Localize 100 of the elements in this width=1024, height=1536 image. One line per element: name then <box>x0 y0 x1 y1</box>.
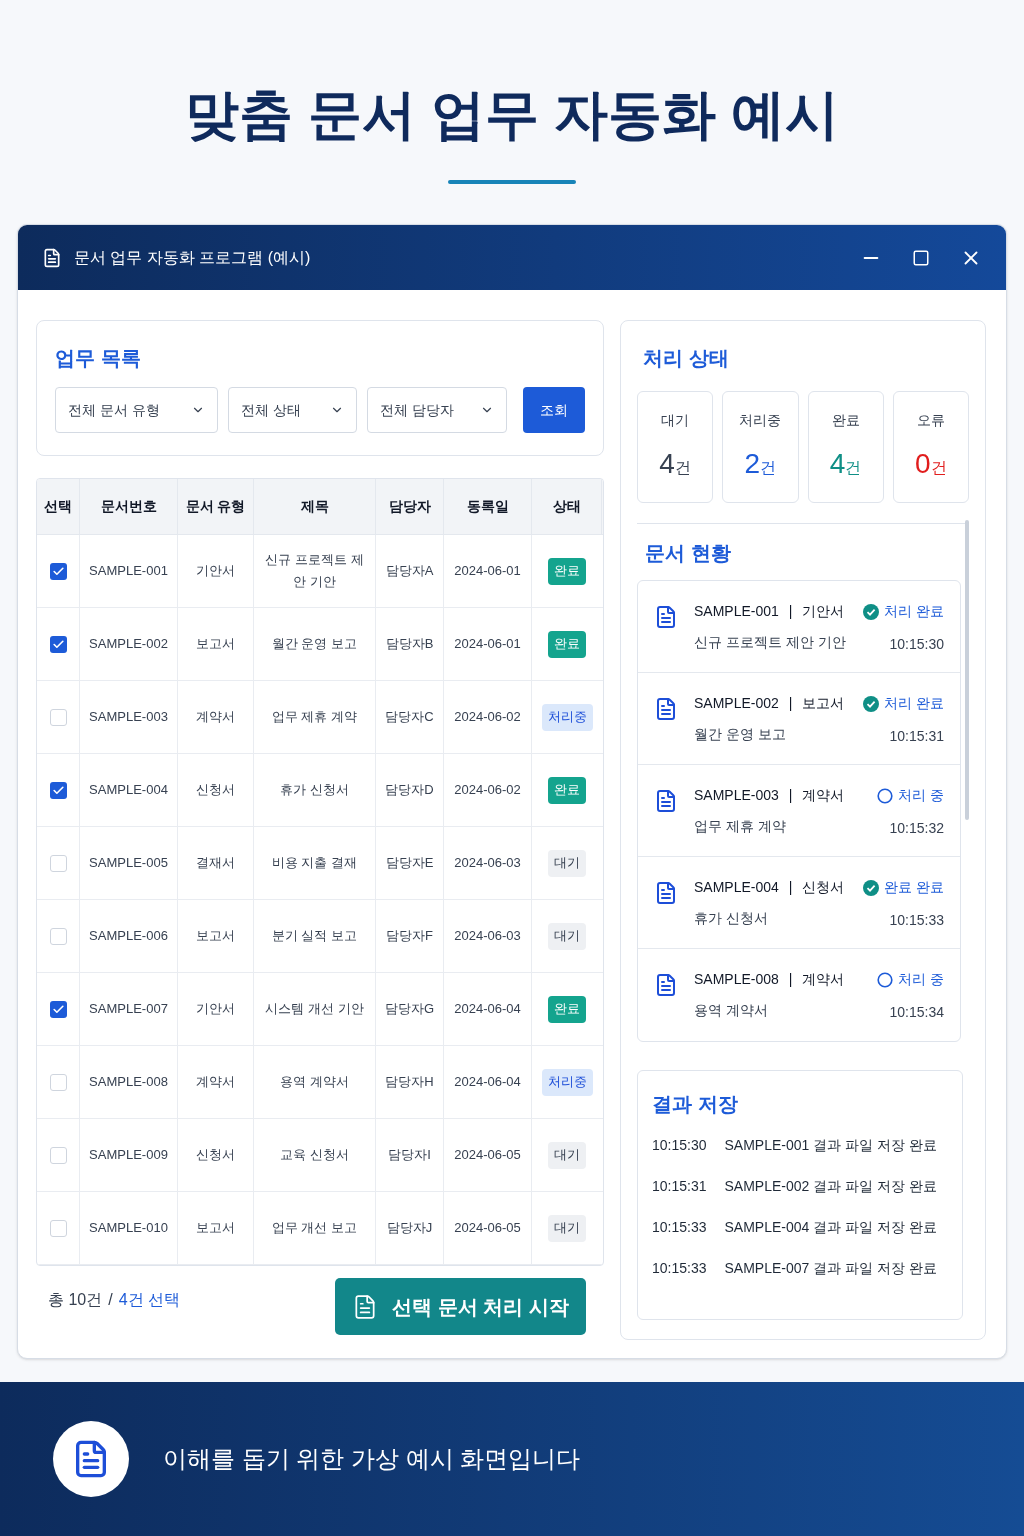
document-type: 계약서 <box>802 970 845 989</box>
processed-time: 10:15:31 <box>889 727 945 746</box>
processed-time: 10:15:33 <box>889 911 945 930</box>
table-cell-text: SAMPLE-005 <box>89 854 168 872</box>
document-type: 기안서 <box>802 602 845 621</box>
table-cell-text: 기안서 <box>196 1000 235 1018</box>
table-cell-text: 2024-06-05 <box>454 1219 521 1237</box>
separator: / <box>108 1289 113 1310</box>
table-cell-text: 보고서 <box>196 927 235 945</box>
status-badge: 대기 <box>548 1214 586 1242</box>
table-cell-text: 계약서 <box>196 1073 235 1091</box>
table-cell-text: 2024-06-03 <box>454 927 521 945</box>
filter-dropdown[interactable]: 전체 담당자 <box>367 387 508 433</box>
table-cell-text: SAMPLE-008 <box>89 1073 168 1091</box>
document-title: 업무 제휴 계약 <box>694 817 787 836</box>
table-cell-text: SAMPLE-010 <box>89 1219 168 1237</box>
table-cell-text: 휴가 신청서 <box>280 781 349 799</box>
column-header: 담당자 <box>376 479 444 534</box>
processing-status: 처리 중 <box>898 786 945 805</box>
table-cell-text: SAMPLE-004 <box>89 781 168 799</box>
document-icon <box>654 881 678 905</box>
table-cell-text: 보고서 <box>196 635 235 653</box>
search-button[interactable]: 조회 <box>523 387 585 433</box>
filter-dropdown[interactable]: 전체 상태 <box>228 387 358 433</box>
document-icon <box>654 789 678 813</box>
row-checkbox[interactable] <box>49 1000 67 1018</box>
status-count: 0 <box>915 447 931 481</box>
table-cell-text: 2024-06-02 <box>454 781 521 799</box>
row-checkbox[interactable] <box>49 781 67 799</box>
check-icon <box>51 564 65 578</box>
status-count: 4 <box>829 447 846 481</box>
table-cell-text: 담당자B <box>385 635 434 653</box>
table-cell-text: 용역 계약서 <box>280 1073 349 1091</box>
row-checkbox[interactable] <box>49 927 67 945</box>
row-checkbox[interactable] <box>49 854 67 872</box>
status-count: 2 <box>744 447 761 481</box>
document-icon <box>654 973 678 997</box>
table-cell-text: 담당자G <box>384 1000 435 1018</box>
document-number: SAMPLE-001 <box>694 602 779 621</box>
document-title: 용역 계약서 <box>694 1001 769 1020</box>
check-icon <box>51 637 65 651</box>
table-cell-text: 2024-06-01 <box>454 562 521 580</box>
log-message: SAMPLE-007 결과 파일 저장 완료 <box>724 1259 937 1278</box>
status-badge: 처리중 <box>541 703 593 731</box>
table-cell-text: 담당자H <box>385 1073 434 1091</box>
table-cell-text: 결재서 <box>196 854 235 872</box>
table-cell-text: 신청서 <box>196 781 235 799</box>
column-header: 제목 <box>254 479 376 534</box>
row-checkbox[interactable] <box>49 708 67 726</box>
processed-time: 10:15:34 <box>889 1003 945 1022</box>
section-title: 문서 현황 <box>645 541 732 566</box>
log-time: 10:15:33 <box>652 1218 707 1237</box>
table-cell-text: 계약서 <box>196 708 235 726</box>
processing-status: 완료 완료 <box>884 878 945 897</box>
column-header: 문서 유형 <box>178 479 254 534</box>
table-cell-text: 신청서 <box>196 1146 235 1164</box>
separator: | <box>788 694 793 713</box>
table-cell-text: 담당자J <box>386 1219 433 1237</box>
table-cell-text: 2024-06-05 <box>454 1146 521 1164</box>
selected-count: 4건 선택 <box>118 1289 181 1310</box>
column-header: 상태 <box>532 479 602 534</box>
status-badge: 완료 <box>548 995 586 1023</box>
row-checkbox[interactable] <box>49 1073 67 1091</box>
log-time: 10:15:33 <box>652 1259 707 1278</box>
total-count: 총 10건 <box>48 1289 103 1310</box>
section-title: 업무 목록 <box>55 346 142 371</box>
count-unit: 건 <box>930 458 947 478</box>
table-cell-text: 보고서 <box>196 1219 235 1237</box>
separator: | <box>788 878 793 897</box>
processing-status: 처리 중 <box>898 970 945 989</box>
status-label: 오류 <box>916 411 945 430</box>
log-message: SAMPLE-001 결과 파일 저장 완료 <box>724 1136 937 1155</box>
table-cell-text: 담당자I <box>388 1146 431 1164</box>
table-cell-text: 2024-06-01 <box>454 635 521 653</box>
separator: | <box>788 970 793 989</box>
status-badge: 완료 <box>548 776 586 804</box>
table-cell-text: 2024-06-03 <box>454 854 521 872</box>
log-message: SAMPLE-004 결과 파일 저장 완료 <box>724 1218 937 1237</box>
row-checkbox[interactable] <box>49 1146 67 1164</box>
row-checkbox[interactable] <box>49 635 67 653</box>
document-title: 휴가 신청서 <box>694 909 769 928</box>
document-icon <box>654 697 678 721</box>
document-icon <box>654 605 678 629</box>
window-title: 문서 업무 자동화 프로그램 (예시) <box>74 247 311 268</box>
filter-dropdown[interactable]: 전체 문서 유형 <box>55 387 218 433</box>
processed-time: 10:15:30 <box>889 635 945 654</box>
status-label: 대기 <box>661 411 690 430</box>
table-cell-text: 담당자F <box>386 927 433 945</box>
start-process-button[interactable]: 선택 문서 처리 시작 <box>335 1278 586 1335</box>
separator: | <box>788 602 793 621</box>
status-label: 완료 <box>831 411 860 430</box>
document-type: 계약서 <box>802 786 845 805</box>
row-checkbox[interactable] <box>49 1219 67 1237</box>
status-badge: 처리중 <box>541 1068 593 1096</box>
document-icon <box>42 247 62 268</box>
table-cell-text: 교육 신청서 <box>280 1146 349 1164</box>
row-checkbox[interactable] <box>49 562 67 580</box>
count-unit: 건 <box>760 458 777 478</box>
log-time: 10:15:31 <box>652 1177 707 1196</box>
maximize-icon[interactable] <box>912 248 930 267</box>
